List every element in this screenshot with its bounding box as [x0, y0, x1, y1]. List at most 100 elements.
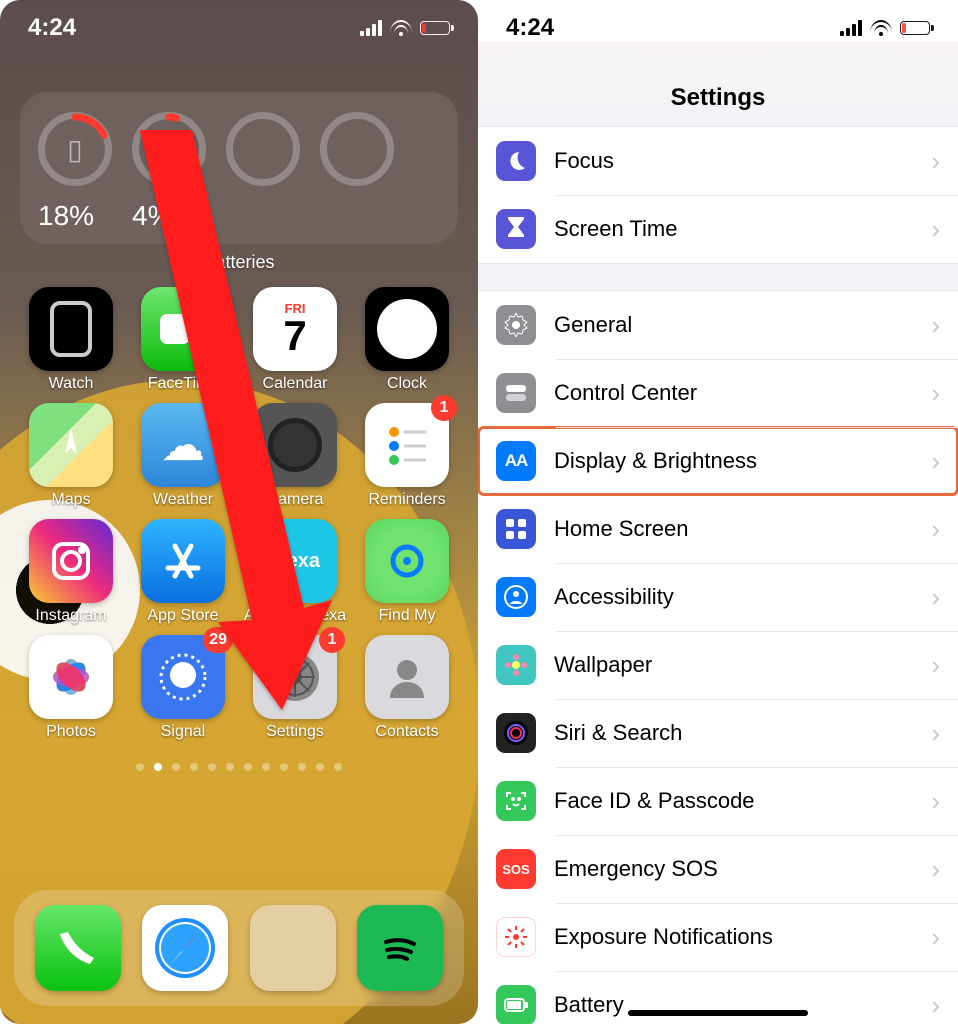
settings-screen: 4:24 Settings Focus›Screen Time›General›… — [478, 0, 958, 1024]
chevron-right-icon: › — [931, 310, 940, 341]
row-label: Emergency SOS — [554, 856, 913, 882]
clock-icon — [365, 287, 449, 371]
appstore-icon — [141, 519, 225, 603]
battery-pct-watch: 4% — [132, 200, 206, 232]
dock-safari[interactable] — [142, 905, 228, 991]
app-maps[interactable]: Maps — [18, 403, 124, 509]
settings-row-wallpaper[interactable]: Wallpaper › — [478, 631, 958, 699]
burst-icon — [496, 917, 536, 957]
settings-row-siri-search[interactable]: Siri & Search › — [478, 699, 958, 767]
batteries-widget[interactable]: ▯ ⌚︎ 18% 4% — [20, 92, 458, 244]
battery-pct-phone: 18% — [38, 200, 112, 232]
status-bar: 4:24 — [478, 0, 958, 42]
photos-icon — [29, 635, 113, 719]
wifi-icon — [870, 20, 892, 36]
contacts-icon — [365, 635, 449, 719]
settings-row-general[interactable]: General › — [478, 291, 958, 359]
status-time: 4:24 — [506, 14, 554, 42]
row-label: General — [554, 312, 913, 338]
badge: 29 — [203, 627, 233, 653]
row-label: Face ID & Passcode — [554, 788, 913, 814]
chevron-right-icon: › — [931, 378, 940, 409]
home-screen: 4:24 ▯ ⌚︎ 18% 4% Batteries Watch Face — [0, 0, 478, 1024]
calendar-icon: FRI7 — [253, 287, 337, 371]
flower-icon — [496, 645, 536, 685]
settings-row-emergency-sos[interactable]: SOSEmergency SOS› — [478, 835, 958, 903]
switch-icon — [496, 373, 536, 413]
row-label: Accessibility — [554, 584, 913, 610]
app-camera[interactable]: Camera — [242, 403, 348, 509]
chevron-right-icon: › — [931, 146, 940, 177]
chevron-right-icon: › — [931, 786, 940, 817]
settings-row-home-screen[interactable]: Home Screen › — [478, 495, 958, 563]
row-label: Wallpaper — [554, 652, 913, 678]
settings-icon: 1 — [253, 635, 337, 719]
cellular-icon — [840, 20, 862, 36]
AA-icon: AA — [496, 441, 536, 481]
battery-ring-empty — [320, 112, 394, 186]
app-appstore[interactable]: App Store — [130, 519, 236, 625]
row-label: Screen Time — [554, 216, 913, 242]
settings-row-control-center[interactable]: Control Center› — [478, 359, 958, 427]
app-settings[interactable]: 1Settings — [242, 635, 348, 741]
dock-spotify[interactable] — [357, 905, 443, 991]
battery-ring-phone: ▯ — [38, 112, 112, 186]
settings-title: Settings — [478, 42, 958, 127]
row-label: Siri & Search — [554, 720, 913, 746]
weather-icon: ☁︎ — [141, 403, 225, 487]
chevron-right-icon: › — [931, 446, 940, 477]
app-watch[interactable]: Watch — [18, 287, 124, 393]
app-grid: Watch FaceTime FRI7Calendar Clock Maps ☁… — [0, 273, 478, 741]
battery-ring-empty — [226, 112, 300, 186]
app-weather[interactable]: ☁︎Weather — [130, 403, 236, 509]
battery-icon — [496, 985, 536, 1024]
settings-row-screen-time[interactable]: Screen Time› — [478, 195, 958, 263]
app-facetime[interactable]: FaceTime — [130, 287, 236, 393]
dock-phone[interactable] — [35, 905, 121, 991]
settings-row-focus[interactable]: Focus › — [478, 127, 958, 195]
gear-icon — [496, 305, 536, 345]
settings-row-display-brightness[interactable]: AADisplay & Brightness› — [478, 427, 958, 495]
settings-list[interactable]: Focus›Screen Time›General›Control Center… — [478, 127, 958, 1024]
app-reminders[interactable]: 1Reminders — [354, 403, 460, 509]
page-dots[interactable] — [0, 763, 478, 771]
signal-icon: 29 — [141, 635, 225, 719]
facetime-icon — [141, 287, 225, 371]
settings-row-battery[interactable]: Battery› — [478, 971, 958, 1024]
face-icon — [496, 781, 536, 821]
settings-row-exposure-notifications[interactable]: Exposure Notifications › — [478, 903, 958, 971]
siri-icon — [496, 713, 536, 753]
row-label: Exposure Notifications — [554, 924, 913, 950]
home-indicator[interactable] — [628, 1010, 808, 1016]
chevron-right-icon: › — [931, 718, 940, 749]
moon-icon — [496, 141, 536, 181]
battery-ring-watch: ⌚︎ — [132, 112, 206, 186]
dock-shortcuts[interactable] — [250, 905, 336, 991]
status-icons — [360, 20, 450, 36]
status-icons — [840, 20, 930, 36]
app-instagram[interactable]: Instagram — [18, 519, 124, 625]
alexa-icon: alexa — [253, 519, 337, 603]
app-clock[interactable]: Clock — [354, 287, 460, 393]
row-label: Focus — [554, 148, 913, 174]
app-contacts[interactable]: Contacts — [354, 635, 460, 741]
findmy-icon — [365, 519, 449, 603]
chevron-right-icon: › — [931, 514, 940, 545]
row-label: Home Screen — [554, 516, 913, 542]
reminders-icon: 1 — [365, 403, 449, 487]
instagram-icon — [29, 519, 113, 603]
settings-row-accessibility[interactable]: Accessibility› — [478, 563, 958, 631]
app-calendar[interactable]: FRI7Calendar — [242, 287, 348, 393]
app-photos[interactable]: Photos — [18, 635, 124, 741]
battery-icon — [420, 21, 450, 35]
chevron-right-icon: › — [931, 650, 940, 681]
chevron-right-icon: › — [931, 854, 940, 885]
chevron-right-icon: › — [931, 922, 940, 953]
person-icon — [496, 577, 536, 617]
app-signal[interactable]: 29Signal — [130, 635, 236, 741]
app-findmy[interactable]: Find My — [354, 519, 460, 625]
dock — [14, 890, 464, 1006]
battery-icon — [900, 21, 930, 35]
settings-row-face-id-passcode[interactable]: Face ID & Passcode › — [478, 767, 958, 835]
app-alexa[interactable]: alexaAmazon Alexa — [242, 519, 348, 625]
